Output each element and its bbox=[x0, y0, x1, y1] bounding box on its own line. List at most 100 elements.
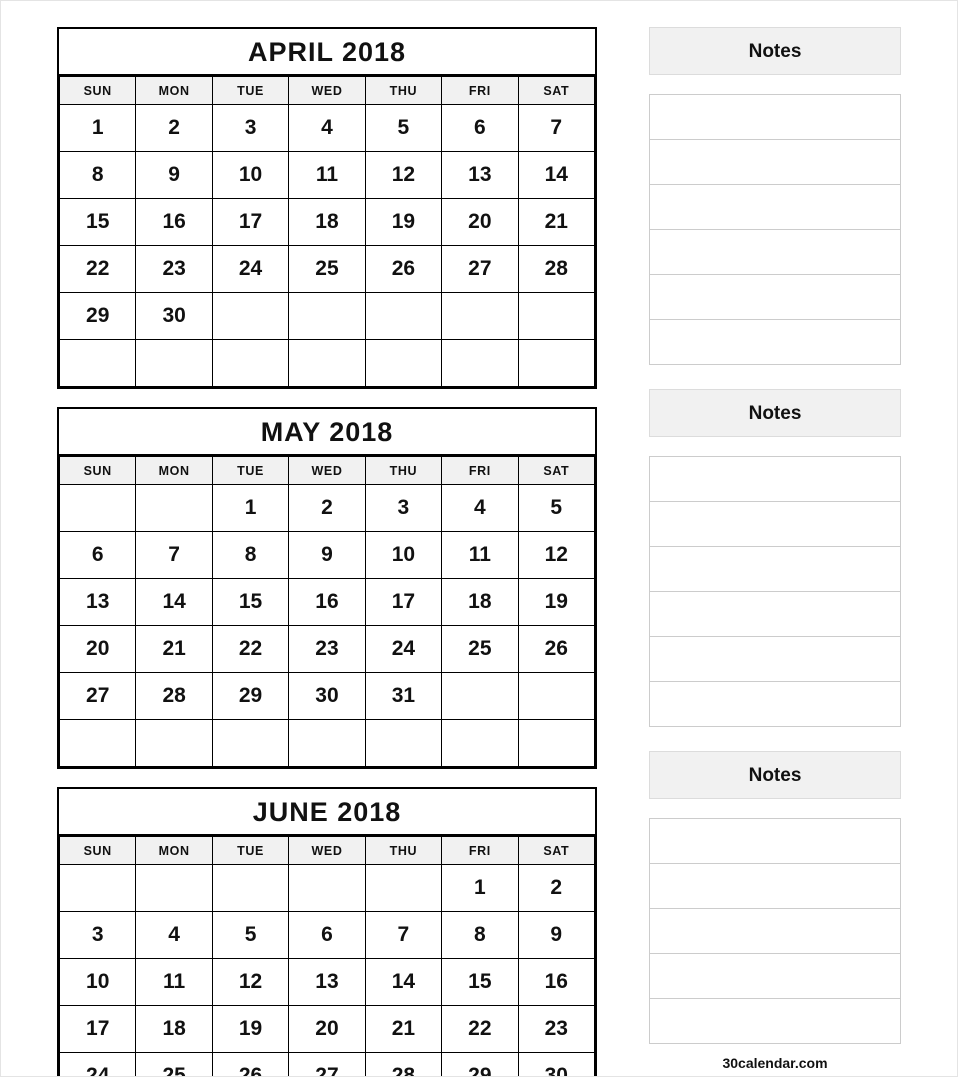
notes-line[interactable] bbox=[650, 909, 900, 954]
calendar-day-cell[interactable]: 2 bbox=[135, 104, 213, 152]
calendar-day-cell[interactable]: 9 bbox=[135, 151, 213, 199]
notes-line[interactable] bbox=[650, 140, 900, 185]
calendar-day-cell-empty[interactable] bbox=[211, 292, 290, 340]
calendar-day-cell[interactable]: 22 bbox=[211, 625, 290, 673]
notes-line[interactable] bbox=[650, 592, 900, 637]
notes-line[interactable] bbox=[650, 999, 900, 1044]
calendar-day-cell[interactable]: 1 bbox=[58, 104, 137, 152]
calendar-day-cell[interactable]: 22 bbox=[58, 245, 137, 293]
calendar-day-cell-empty[interactable] bbox=[441, 719, 519, 767]
calendar-day-cell[interactable]: 5 bbox=[364, 104, 443, 152]
calendar-day-cell[interactable]: 30 bbox=[288, 672, 366, 720]
calendar-day-cell[interactable]: 26 bbox=[364, 245, 443, 293]
calendar-day-cell[interactable]: 28 bbox=[135, 672, 213, 720]
calendar-day-cell[interactable]: 25 bbox=[441, 625, 519, 673]
calendar-day-cell[interactable]: 19 bbox=[517, 578, 596, 626]
calendar-day-cell[interactable]: 21 bbox=[364, 1005, 443, 1053]
calendar-day-cell[interactable]: 6 bbox=[441, 104, 519, 152]
calendar-day-cell-empty[interactable] bbox=[441, 339, 519, 387]
notes-line[interactable] bbox=[650, 320, 900, 365]
calendar-day-cell[interactable]: 10 bbox=[58, 958, 137, 1006]
notes-line[interactable] bbox=[650, 457, 900, 502]
calendar-day-cell[interactable]: 12 bbox=[517, 531, 596, 579]
calendar-day-cell[interactable]: 17 bbox=[58, 1005, 137, 1053]
calendar-day-cell[interactable]: 31 bbox=[364, 672, 443, 720]
calendar-day-cell[interactable]: 13 bbox=[288, 958, 366, 1006]
calendar-day-cell[interactable]: 18 bbox=[288, 198, 366, 246]
calendar-day-cell[interactable]: 15 bbox=[58, 198, 137, 246]
calendar-day-cell[interactable]: 17 bbox=[364, 578, 443, 626]
notes-line[interactable] bbox=[650, 864, 900, 909]
calendar-day-cell[interactable]: 27 bbox=[288, 1052, 366, 1076]
calendar-day-cell[interactable]: 25 bbox=[288, 245, 366, 293]
calendar-day-cell[interactable]: 13 bbox=[58, 578, 137, 626]
calendar-day-cell[interactable]: 7 bbox=[517, 104, 596, 152]
calendar-day-cell-empty[interactable] bbox=[58, 719, 137, 767]
calendar-day-cell-empty[interactable] bbox=[288, 864, 366, 912]
calendar-day-cell[interactable]: 9 bbox=[517, 911, 596, 959]
calendar-day-cell[interactable]: 30 bbox=[135, 292, 213, 340]
calendar-day-cell[interactable]: 24 bbox=[211, 245, 290, 293]
notes-line[interactable] bbox=[650, 682, 900, 727]
calendar-day-cell[interactable]: 20 bbox=[58, 625, 137, 673]
calendar-day-cell-empty[interactable] bbox=[364, 719, 443, 767]
calendar-day-cell-empty[interactable] bbox=[441, 292, 519, 340]
calendar-day-cell[interactable]: 19 bbox=[364, 198, 443, 246]
calendar-day-cell[interactable]: 29 bbox=[211, 672, 290, 720]
calendar-day-cell-empty[interactable] bbox=[517, 672, 596, 720]
calendar-day-cell[interactable]: 16 bbox=[288, 578, 366, 626]
calendar-day-cell-empty[interactable] bbox=[364, 339, 443, 387]
calendar-day-cell[interactable]: 15 bbox=[441, 958, 519, 1006]
notes-line[interactable] bbox=[650, 819, 900, 864]
calendar-day-cell[interactable]: 14 bbox=[135, 578, 213, 626]
calendar-day-cell[interactable]: 9 bbox=[288, 531, 366, 579]
notes-line[interactable] bbox=[650, 637, 900, 682]
notes-line[interactable] bbox=[650, 185, 900, 230]
calendar-day-cell[interactable]: 3 bbox=[211, 104, 290, 152]
calendar-day-cell[interactable]: 14 bbox=[517, 151, 596, 199]
calendar-day-cell[interactable]: 10 bbox=[364, 531, 443, 579]
calendar-day-cell[interactable]: 1 bbox=[211, 484, 290, 532]
calendar-day-cell[interactable]: 8 bbox=[441, 911, 519, 959]
notes-line[interactable] bbox=[650, 275, 900, 320]
calendar-day-cell[interactable]: 18 bbox=[441, 578, 519, 626]
calendar-day-cell-empty[interactable] bbox=[288, 719, 366, 767]
calendar-day-cell-empty[interactable] bbox=[288, 339, 366, 387]
calendar-day-cell[interactable]: 6 bbox=[58, 531, 137, 579]
calendar-day-cell[interactable]: 7 bbox=[364, 911, 443, 959]
calendar-day-cell[interactable]: 20 bbox=[288, 1005, 366, 1053]
calendar-day-cell[interactable]: 11 bbox=[288, 151, 366, 199]
calendar-day-cell[interactable]: 5 bbox=[517, 484, 596, 532]
calendar-day-cell[interactable]: 16 bbox=[135, 198, 213, 246]
calendar-day-cell[interactable]: 26 bbox=[211, 1052, 290, 1076]
calendar-day-cell[interactable]: 15 bbox=[211, 578, 290, 626]
calendar-day-cell[interactable]: 2 bbox=[288, 484, 366, 532]
calendar-day-cell-empty[interactable] bbox=[58, 484, 137, 532]
calendar-day-cell[interactable]: 26 bbox=[517, 625, 596, 673]
calendar-day-cell[interactable]: 11 bbox=[135, 958, 213, 1006]
notes-line[interactable] bbox=[650, 230, 900, 275]
calendar-day-cell[interactable]: 3 bbox=[364, 484, 443, 532]
calendar-day-cell[interactable]: 4 bbox=[288, 104, 366, 152]
calendar-day-cell-empty[interactable] bbox=[135, 484, 213, 532]
calendar-day-cell-empty[interactable] bbox=[135, 339, 213, 387]
calendar-day-cell[interactable]: 8 bbox=[58, 151, 137, 199]
calendar-day-cell[interactable]: 2 bbox=[517, 864, 596, 912]
calendar-day-cell-empty[interactable] bbox=[211, 719, 290, 767]
calendar-day-cell[interactable]: 22 bbox=[441, 1005, 519, 1053]
calendar-day-cell[interactable]: 13 bbox=[441, 151, 519, 199]
calendar-day-cell[interactable]: 18 bbox=[135, 1005, 213, 1053]
calendar-day-cell-empty[interactable] bbox=[58, 339, 137, 387]
calendar-day-cell[interactable]: 4 bbox=[135, 911, 213, 959]
calendar-day-cell-empty[interactable] bbox=[135, 719, 213, 767]
calendar-day-cell[interactable]: 8 bbox=[211, 531, 290, 579]
calendar-day-cell[interactable]: 5 bbox=[211, 911, 290, 959]
calendar-day-cell[interactable]: 17 bbox=[211, 198, 290, 246]
calendar-day-cell[interactable]: 23 bbox=[288, 625, 366, 673]
calendar-day-cell[interactable]: 30 bbox=[517, 1052, 596, 1076]
calendar-day-cell[interactable]: 23 bbox=[135, 245, 213, 293]
calendar-day-cell[interactable]: 20 bbox=[441, 198, 519, 246]
calendar-day-cell[interactable]: 7 bbox=[135, 531, 213, 579]
calendar-day-cell[interactable]: 21 bbox=[517, 198, 596, 246]
calendar-day-cell[interactable]: 23 bbox=[517, 1005, 596, 1053]
